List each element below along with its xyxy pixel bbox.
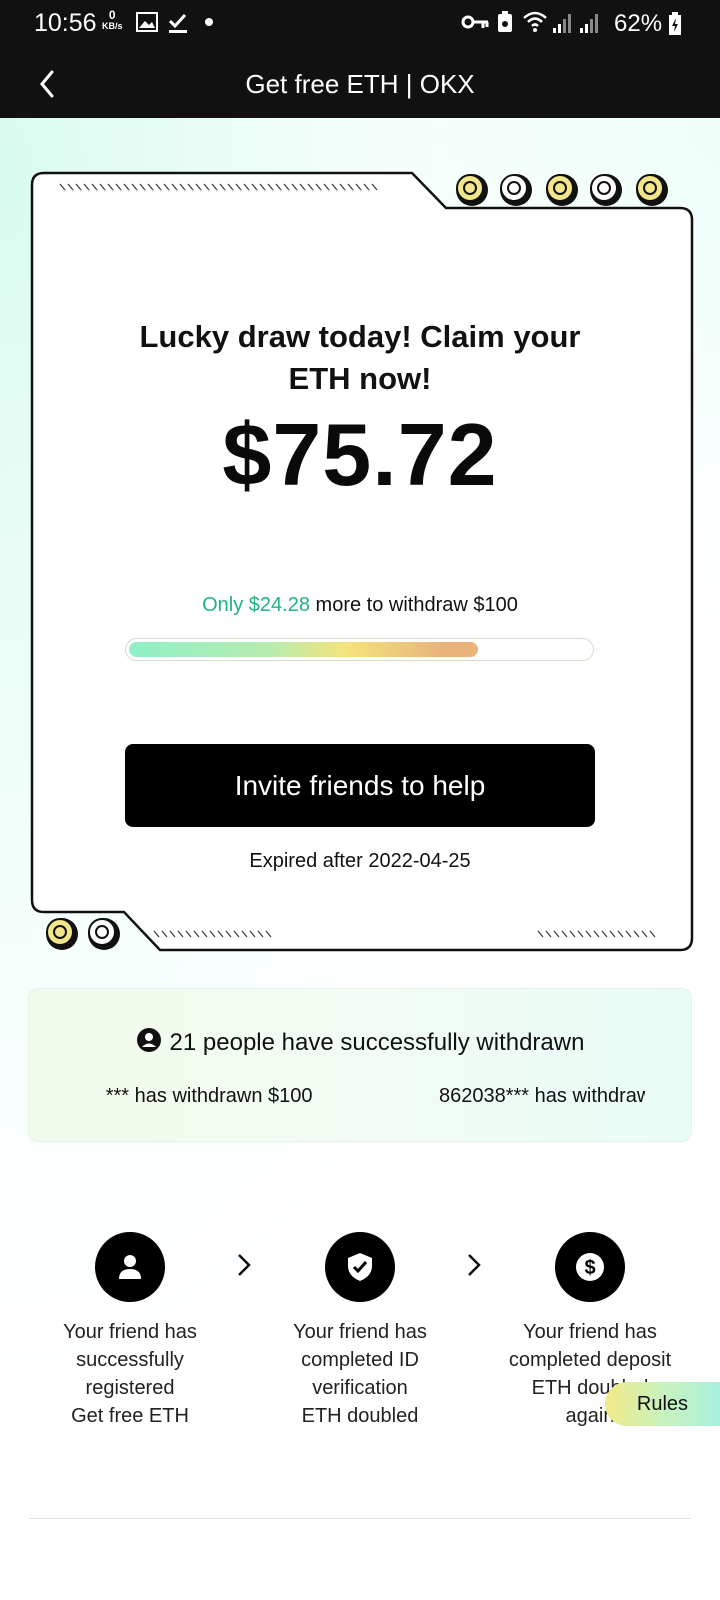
progress-bar-fill [129,642,478,657]
shield-check-icon [348,1253,372,1281]
reward-amount: $75.72 [222,405,498,504]
withdraw-ticker: 862038*** has withdrawn $100 862038*** h… [105,1085,645,1115]
step-line: successfully [76,1349,184,1371]
withdrawn-title-text: 21 people have successfully withdrawn [169,1029,585,1056]
battery-charging-icon [669,12,681,35]
main-card [30,171,694,952]
step-verified-text: Your friend has completed ID verificatio… [250,1318,470,1430]
divider [28,1518,692,1519]
vpn-key-icon [461,15,489,29]
step-line: Your friend has [293,1321,427,1343]
headline: Lucky draw today! Claim your ETH now! [139,319,581,396]
signal-2-icon [580,14,598,33]
expiry-text: Expired after 2022-04-25 [249,850,471,872]
step-registered-text: Your friend has successfully registered … [20,1318,240,1430]
step-line: verification [312,1377,408,1399]
user-circle-icon [136,1028,161,1052]
signal-1-icon [553,14,571,33]
battery-level: 62% [614,10,663,37]
silver-coin-icon [88,918,120,950]
ticker-item: 862038*** has withdrawn $100 [439,1085,645,1107]
progress-text: Only $24.28 more to withdraw $100 [0,594,720,617]
step-line: completed ID [301,1349,419,1371]
step-line: Your friend has [63,1321,197,1343]
ticker-item: 862038*** has withdrawn $100 [105,1085,313,1107]
battery-saver-icon [498,11,512,32]
step-line: Your friend has [523,1321,657,1343]
silver-coin-icon [500,174,532,206]
coin-icons-bottom [46,918,120,950]
rules-button[interactable]: Rules [605,1382,720,1426]
chevron-right-icon [238,1254,251,1276]
task-done-icon [168,13,187,33]
withdrawn-panel: 21 people have successfully withdrawn 86… [28,988,692,1142]
progress-bar [125,638,594,661]
app-bar: Get free ETH | OKX [0,50,720,118]
net-speed: 0 KB/s [102,8,123,31]
step-verified-circle [325,1232,395,1302]
silver-coin-icon [590,174,622,206]
status-bar: 10:56 0 KB/s 62% [0,0,720,50]
svg-text:$: $ [584,1257,595,1279]
chevron-right-icon [468,1254,481,1276]
withdrawn-title: 21 people have successfully withdrawn [29,1027,691,1057]
gold-coin-icon [46,918,78,950]
page-title: Get free ETH | OKX [245,69,475,99]
progress-suffix: more to withdraw $100 [309,594,518,616]
remaining-amount: Only $24.28 [202,594,310,616]
step-line: ETH doubled [301,1405,419,1427]
gold-coin-icon [636,174,668,206]
wifi-icon [523,11,547,32]
invite-friends-button[interactable]: Invite friends to help [125,744,595,827]
notification-dot-icon [205,18,213,26]
person-icon [119,1255,141,1279]
step-line: completed deposit [508,1349,672,1371]
step-line: registered [85,1377,175,1399]
step-registered-circle [95,1232,165,1302]
coin-icons-top [456,174,668,206]
net-speed-value: 0 [108,8,116,22]
gallery-icon [136,12,158,32]
gold-coin-icon [456,174,488,206]
step-deposit-circle: $ [555,1232,625,1302]
net-speed-unit: KB/s [102,21,123,31]
dollar-icon: $ [576,1253,604,1281]
gold-coin-icon [546,174,578,206]
clock: 10:56 [34,9,97,37]
step-line: Get free ETH [71,1405,189,1427]
